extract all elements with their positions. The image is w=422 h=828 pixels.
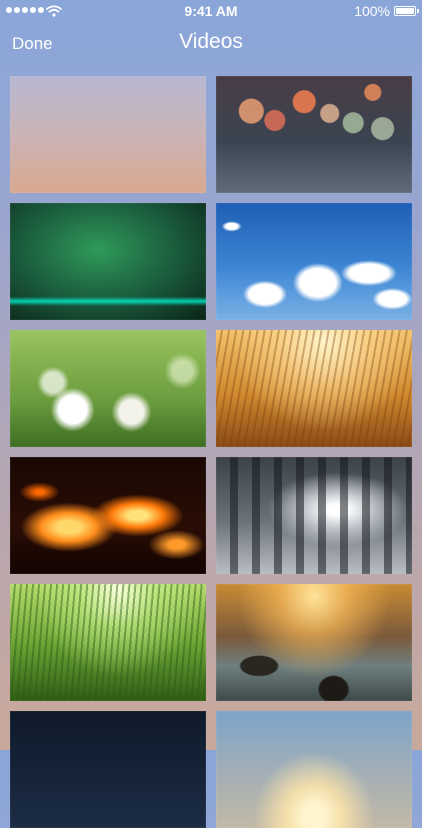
video-thumbnail-bokeh-lights[interactable] (216, 76, 412, 193)
video-thumbnail-grass-sun[interactable] (10, 584, 206, 701)
battery-icon (394, 6, 419, 16)
video-thumbnail-green-wall-glow[interactable] (10, 203, 206, 320)
video-thumbnail-soft-gradient[interactable] (10, 76, 206, 193)
video-thumbnail-wheat-field[interactable] (216, 330, 412, 447)
battery-percentage: 100% (354, 3, 390, 19)
video-grid (10, 76, 412, 828)
status-bar: 9:41 AM 100% (0, 0, 422, 22)
battery-indicator: 100% (354, 3, 419, 19)
video-thumbnail-dandelions[interactable] (10, 330, 206, 447)
video-thumbnail-blue-sky-clouds[interactable] (216, 203, 412, 320)
video-thumbnail-night-sky[interactable] (10, 711, 206, 828)
video-thumbnail-sunrise-glow[interactable] (216, 711, 412, 828)
video-thumbnail-misty-forest[interactable] (216, 457, 412, 574)
video-thumbnail-fire[interactable] (10, 457, 206, 574)
video-thumbnail-sunset-lake-rocks[interactable] (216, 584, 412, 701)
navigation-bar: Done Videos (0, 22, 422, 66)
page-title: Videos (179, 30, 243, 53)
